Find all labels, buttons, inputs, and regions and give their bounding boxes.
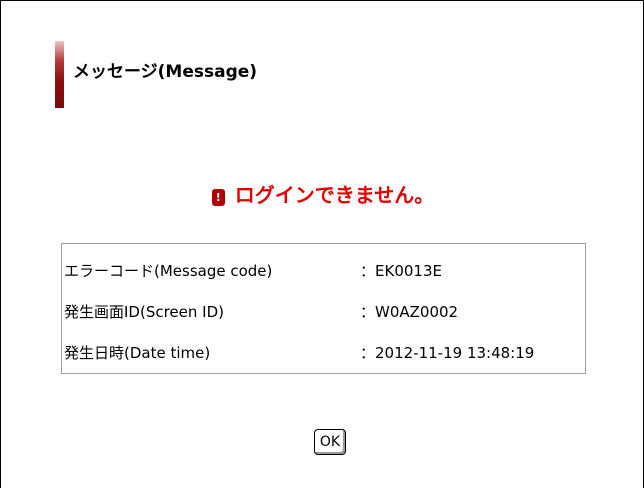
page-title: メッセージ(Message) [73, 62, 258, 82]
detail-label: 発生日時(Date time) [64, 344, 211, 362]
error-icon: ! [211, 189, 225, 206]
detail-value: ：2012-11-19 13:48:19 [360, 344, 535, 362]
detail-label: 発生画面ID(Screen ID) [64, 303, 224, 321]
error-message: ログインできません。 [234, 183, 435, 207]
error-details-box: エラーコード(Message code) ：EK0013E 発生画面ID(Scr… [61, 243, 586, 374]
detail-value: ：W0AZ0002 [360, 303, 459, 321]
detail-value: ：EK0013E [360, 262, 442, 280]
ok-button[interactable]: OK [314, 429, 346, 455]
error-message-line: ! ログインできません。 [1, 182, 644, 208]
message-panel: メッセージ(Message) ! ログインできません。 エラーコード(Messag… [0, 0, 644, 488]
title-accent-bar [55, 41, 64, 108]
detail-label: エラーコード(Message code) [64, 262, 273, 280]
